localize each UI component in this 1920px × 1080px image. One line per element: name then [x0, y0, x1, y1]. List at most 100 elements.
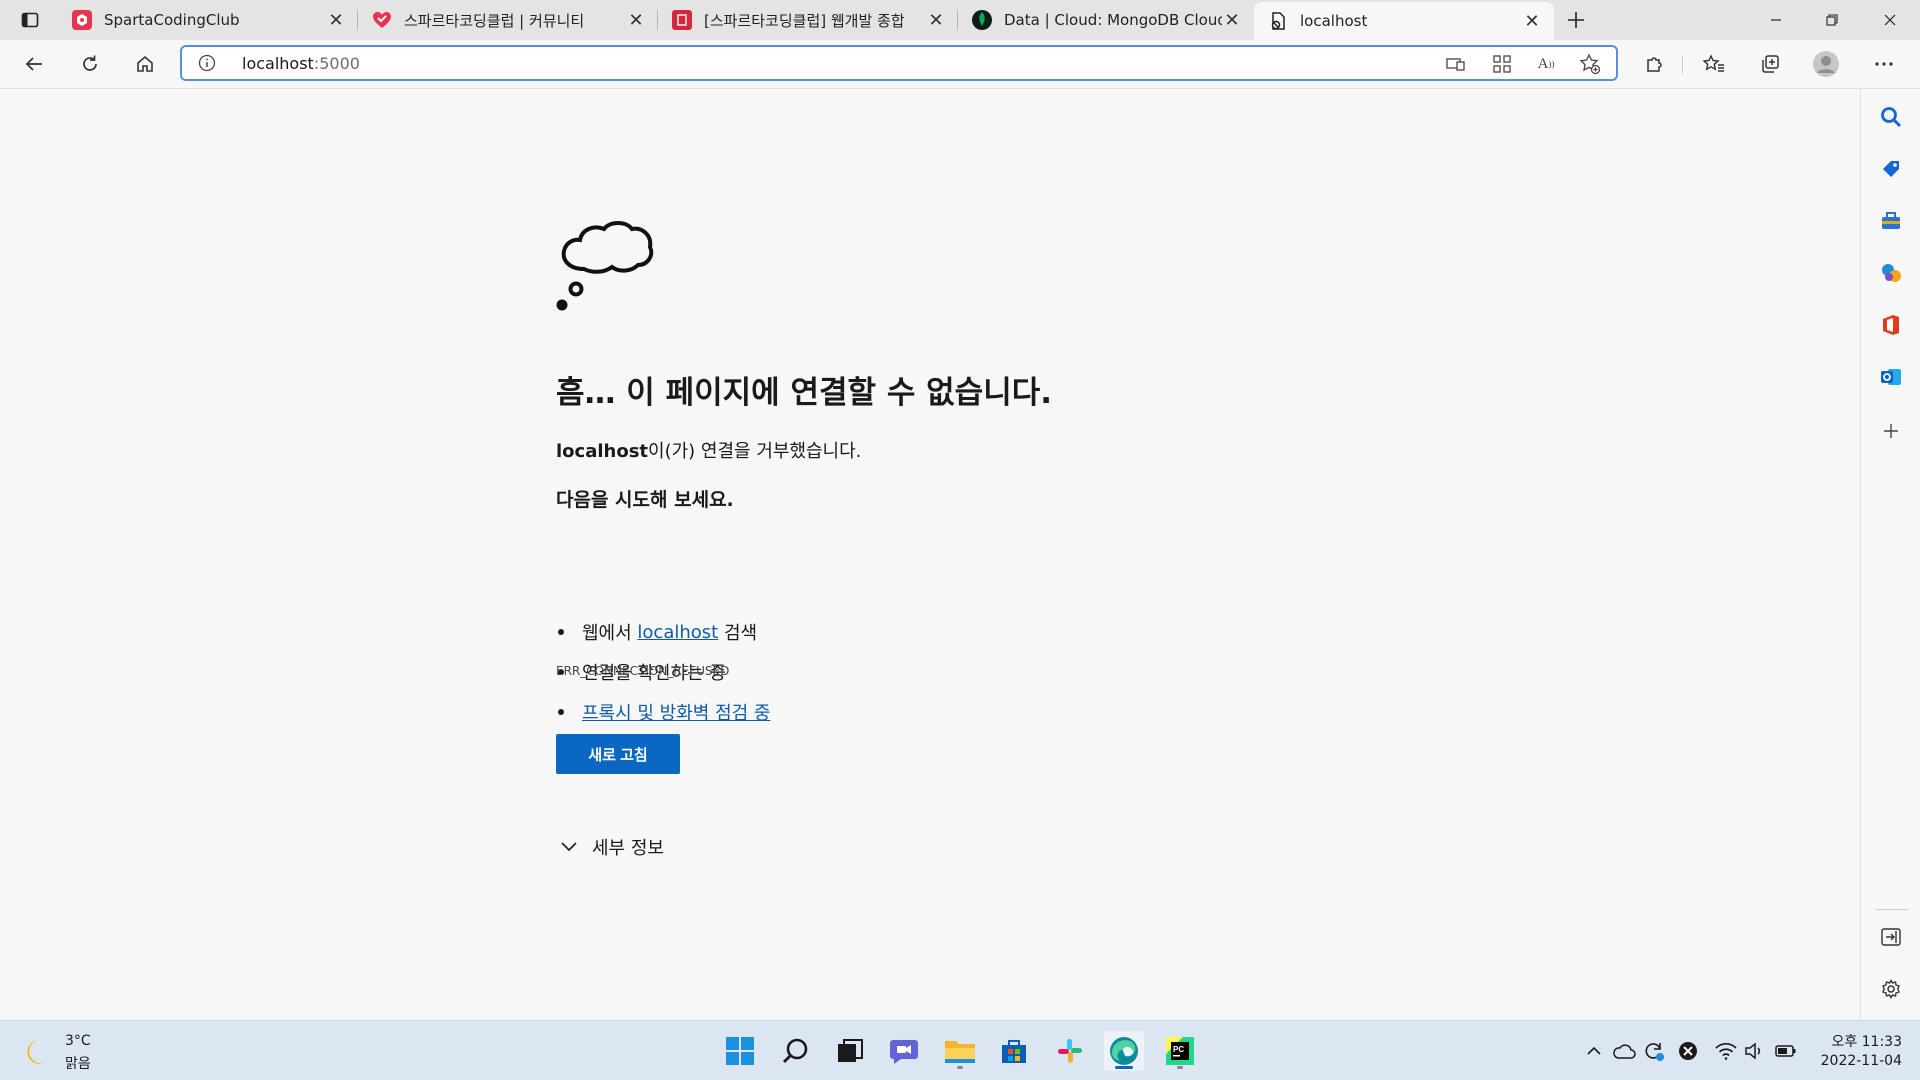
check-proxy-firewall-link[interactable]: 프록시 및 방화벽 점검 중 — [582, 699, 771, 725]
url-port: :5000 — [313, 54, 360, 73]
slack-icon[interactable] — [1050, 1031, 1090, 1071]
volume-icon[interactable] — [1742, 1039, 1766, 1063]
error-code: ERR_CONNECTION_REFUSED — [556, 664, 730, 678]
clock-time[interactable]: 오후 11:33 — [1818, 1031, 1902, 1051]
home-button[interactable] — [127, 46, 163, 82]
file-explorer-icon[interactable] — [940, 1031, 980, 1071]
tab-community[interactable]: 스파르타코딩클럽 | 커뮤니티 ✕ — [358, 0, 658, 40]
more-icon — [1875, 62, 1893, 66]
minimize-icon — [1771, 19, 1781, 21]
games-icon[interactable] — [1879, 261, 1903, 285]
active-indicator — [1115, 1066, 1133, 1069]
avatar-icon — [1813, 51, 1839, 77]
windows-taskbar: 3°C 맑음 PC 오후 11:33 2022-11-04 — [0, 1020, 1920, 1080]
search-icon[interactable] — [776, 1031, 816, 1071]
error-host: localhost — [556, 441, 649, 462]
error-title: 흠… 이 페이지에 연결할 수 없습니다. — [556, 375, 1053, 411]
tab-title: localhost — [1300, 12, 1368, 30]
read-aloud-icon[interactable]: A)) — [1534, 52, 1558, 76]
new-tab-button[interactable] — [1560, 4, 1592, 36]
windows-start-icon[interactable] — [720, 1031, 760, 1071]
broken-page-icon — [1268, 11, 1288, 31]
close-tab-icon[interactable]: ✕ — [626, 10, 646, 31]
clock-date[interactable]: 2022-11-04 — [1808, 1053, 1902, 1069]
home-icon — [137, 55, 153, 72]
search-localhost-link[interactable]: localhost — [637, 622, 718, 643]
microsoft-store-icon[interactable] — [994, 1031, 1034, 1071]
task-view-icon[interactable] — [830, 1031, 870, 1071]
tab-strip: SpartaCodingClub ✕ 스파르타코딩클럽 | 커뮤니티 ✕ [스파… — [0, 0, 1920, 40]
outlook-icon[interactable] — [1879, 365, 1903, 389]
tools-briefcase-icon[interactable] — [1879, 209, 1903, 233]
reload-button[interactable]: 새로 고침 — [556, 734, 680, 774]
tab-mongodb[interactable]: Data | Cloud: MongoDB Cloud ✕ — [958, 0, 1254, 40]
restore-button[interactable] — [1804, 0, 1860, 40]
chevron-down-icon — [561, 842, 577, 852]
close-tab-icon[interactable]: ✕ — [326, 10, 346, 31]
close-icon — [1884, 14, 1896, 26]
url-text[interactable]: localhost:5000 — [242, 54, 360, 73]
puzzle-icon — [1647, 57, 1662, 72]
minimize-button[interactable] — [1748, 0, 1804, 40]
settings-more-button[interactable] — [1866, 46, 1902, 82]
favorites-button[interactable] — [1696, 46, 1732, 82]
office-icon[interactable] — [1879, 313, 1903, 337]
back-button[interactable] — [16, 46, 52, 82]
favorites-icon — [1703, 54, 1724, 72]
refresh-button[interactable] — [72, 46, 108, 82]
tab-localhost[interactable]: localhost ✕ — [1254, 2, 1554, 40]
qr-code-icon[interactable] — [1490, 52, 1514, 76]
battery-charging-icon[interactable] — [1774, 1039, 1798, 1063]
running-indicator — [1177, 1066, 1183, 1069]
extensions-button[interactable] — [1636, 46, 1672, 82]
weather-condition[interactable]: 맑음 — [65, 1053, 91, 1073]
hide-sidebar-icon[interactable] — [1879, 925, 1903, 949]
moon-weather-icon[interactable] — [24, 1037, 54, 1067]
tab-actions-button[interactable] — [8, 4, 52, 36]
profile-button[interactable] — [1808, 46, 1844, 82]
sidebar-search-icon[interactable] — [1879, 105, 1903, 129]
close-tab-icon[interactable]: ✕ — [1522, 11, 1542, 32]
tab-webdev-course[interactable]: [스파르타코딩클럽] 웹개발 종합 ✕ — [658, 0, 958, 40]
onedrive-cloud-icon[interactable] — [1612, 1039, 1636, 1063]
blocked-x-icon[interactable] — [1676, 1039, 1700, 1063]
teams-chat-icon[interactable] — [884, 1031, 924, 1071]
back-arrow-icon — [25, 57, 42, 71]
error-page: 흠… 이 페이지에 연결할 수 없습니다. localhost이(가) 연결을 … — [0, 89, 1860, 1019]
tab-title: Data | Cloud: MongoDB Cloud — [1004, 11, 1222, 29]
bullet — [558, 629, 564, 635]
sidebar-settings-gear-icon[interactable] — [1879, 977, 1903, 1001]
close-tab-icon[interactable]: ✕ — [926, 10, 946, 31]
pycharm-icon[interactable]: PC — [1160, 1031, 1200, 1071]
edge-icon[interactable] — [1104, 1031, 1144, 1071]
details-label: 세부 정보 — [592, 838, 664, 859]
sync-badge-icon[interactable] — [1642, 1039, 1666, 1063]
tab-sparta[interactable]: SpartaCodingClub ✕ — [58, 0, 358, 40]
address-bar[interactable]: localhost:5000 A)) — [180, 45, 1618, 81]
close-tab-icon[interactable]: ✕ — [1222, 10, 1242, 31]
weather-temperature[interactable]: 3°C — [65, 1033, 91, 1049]
suggestions-heading: 다음을 시도해 보세요. — [556, 489, 734, 511]
close-window-button[interactable] — [1862, 0, 1918, 40]
suggestion-suffix: 검색 — [718, 623, 758, 644]
app-available-icon[interactable] — [1444, 52, 1468, 76]
thought-cloud-icon — [556, 221, 654, 311]
tab-title: SpartaCodingClub — [104, 11, 240, 29]
details-toggle[interactable]: 세부 정보 — [560, 834, 664, 860]
wifi-icon[interactable] — [1714, 1039, 1738, 1063]
refresh-icon — [83, 55, 97, 71]
add-sidebar-app-icon[interactable] — [1879, 419, 1903, 443]
plus-icon — [1568, 12, 1584, 28]
shopping-tag-icon[interactable] — [1879, 157, 1903, 181]
toolbar-divider — [1682, 56, 1683, 74]
tab-actions-icon — [21, 12, 39, 28]
running-indicator — [957, 1066, 963, 1069]
error-description-text: 이(가) 연결을 거부했습니다. — [648, 441, 862, 462]
restore-icon — [1826, 14, 1838, 26]
collections-button[interactable] — [1752, 46, 1788, 82]
url-host: localhost — [242, 54, 314, 73]
bullet — [558, 709, 564, 715]
site-info-icon[interactable] — [198, 54, 216, 72]
add-favorite-icon[interactable] — [1578, 52, 1602, 76]
show-hidden-icons-chevron-up-icon[interactable] — [1582, 1039, 1606, 1063]
